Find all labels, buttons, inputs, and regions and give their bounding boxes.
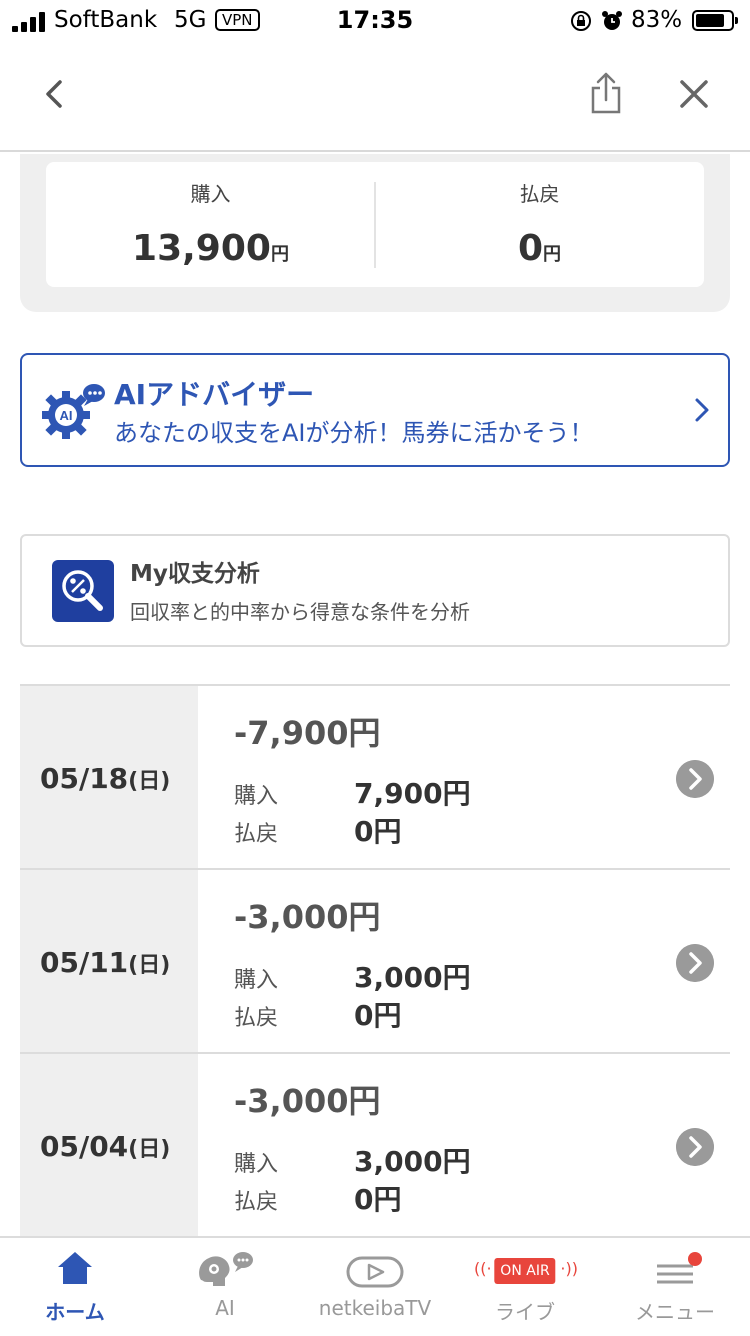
purchase-label: 購入	[234, 968, 279, 993]
tab-home-label: ホーム	[45, 1300, 105, 1324]
battery-percent: 83%	[631, 7, 683, 33]
summary-panel: 購入 13,900円 払戻 0円	[20, 154, 730, 312]
battery-fill	[696, 14, 724, 27]
purchase-value: 13,900円	[132, 228, 289, 269]
summary-card: 購入 13,900円 払戻 0円	[46, 162, 704, 287]
net-amount: -3,000円	[234, 1082, 381, 1120]
status-bar: SoftBank 5G VPN 17:35 83%	[0, 0, 750, 44]
date-cell: 05/11(日)	[20, 870, 198, 1052]
broadcast-wave-icon: ·))	[560, 1259, 578, 1278]
tv-play-icon	[346, 1256, 404, 1288]
my-analysis-card[interactable]: My収支分析 回収率と的中率から得意な条件を分析	[20, 534, 730, 647]
history-row[interactable]: 05/11(日) -3,000円 購入 3,000円 払戻 0円	[20, 870, 730, 1054]
payout-label: 払戻	[519, 182, 560, 206]
my-analysis-subtitle: 回収率と的中率から得意な条件を分析	[130, 600, 470, 624]
close-icon[interactable]	[674, 74, 714, 114]
ai-icon-label: AI	[60, 408, 73, 423]
yen-unit: 円	[543, 244, 562, 265]
payout-amount: 0円	[354, 999, 402, 1032]
yen-unit: 円	[270, 244, 289, 265]
tab-bar: ホーム AI netkeibaTV ((· ON AIR ·)) ライブ メニュ…	[0, 1236, 750, 1334]
tab-netkeiba-tv-label: netkeibaTV	[318, 1296, 432, 1320]
ai-advisor-subtitle: あなたの収支をAIが分析！馬券に活かそう！	[114, 419, 594, 447]
nav-bar	[0, 44, 750, 152]
date: 05/04(日)	[40, 1130, 171, 1163]
tab-netkeiba-tv[interactable]: netkeibaTV	[300, 1238, 450, 1336]
tab-ai-label: AI	[215, 1296, 235, 1320]
purchase-amount: 3,000円	[354, 961, 471, 994]
history-row[interactable]: 05/04(日) -3,000円 購入 3,000円 払戻 0円	[20, 1054, 730, 1236]
on-air-badge: ON AIR	[494, 1258, 556, 1284]
ai-brain-icon	[199, 1252, 253, 1286]
chevron-right-circle-icon[interactable]	[676, 1128, 714, 1166]
purchase-label: 購入	[234, 1152, 279, 1177]
payout-total: 払戻 0円	[375, 162, 704, 287]
payout-value: 0円	[517, 228, 562, 269]
back-icon[interactable]	[38, 76, 74, 112]
purchase-label: 購入	[190, 182, 231, 206]
payout-label: 払戻	[234, 1006, 279, 1031]
tab-live[interactable]: ((· ON AIR ·)) ライブ	[450, 1238, 600, 1336]
history-row[interactable]: 05/18(日) -7,900円 購入 7,900円 払戻 0円	[20, 686, 730, 870]
alarm-icon	[602, 11, 622, 30]
ai-advisor-banner[interactable]: AI AIアドバイザー あなたの収支をAIが分析！馬券に活かそう！	[20, 353, 730, 467]
broadcast-wave-icon: ((·	[474, 1259, 492, 1278]
payout-amount: 0円	[354, 1183, 402, 1216]
chevron-right-circle-icon[interactable]	[676, 944, 714, 982]
net-amount: -7,900円	[234, 714, 381, 752]
tab-home[interactable]: ホーム	[0, 1238, 150, 1336]
chevron-right-icon	[695, 398, 709, 422]
date-cell: 05/04(日)	[20, 1054, 198, 1236]
net-amount: -3,000円	[234, 898, 381, 936]
ai-gear-icon: AI	[42, 384, 105, 439]
home-icon	[58, 1252, 92, 1284]
payout-amount: 0円	[354, 815, 402, 848]
payout-label: 払戻	[234, 1190, 279, 1215]
chevron-right-circle-icon[interactable]	[676, 760, 714, 798]
ai-advisor-title: AIアドバイザー	[114, 378, 315, 411]
rotation-lock-icon	[571, 11, 591, 31]
notification-dot	[688, 1252, 702, 1266]
my-analysis-title: My収支分析	[130, 561, 260, 587]
history-list: 05/18(日) -7,900円 購入 7,900円 払戻 0円 05/11(日…	[20, 684, 730, 1236]
date: 05/18(日)	[40, 762, 171, 795]
date: 05/11(日)	[40, 946, 171, 979]
payout-label: 払戻	[234, 822, 279, 847]
purchase-label: 購入	[234, 784, 279, 809]
share-icon[interactable]	[586, 70, 626, 116]
battery-icon	[692, 10, 738, 31]
analysis-magnifier-icon	[52, 560, 114, 622]
purchase-amount: 7,900円	[354, 777, 471, 810]
tab-menu-label: メニュー	[635, 1300, 715, 1324]
purchase-total: 購入 13,900円	[46, 162, 375, 287]
purchase-amount: 3,000円	[354, 1145, 471, 1178]
date-cell: 05/18(日)	[20, 686, 198, 868]
tab-menu[interactable]: メニュー	[600, 1238, 750, 1336]
tab-live-label: ライブ	[495, 1300, 555, 1324]
tab-ai[interactable]: AI	[150, 1238, 300, 1336]
